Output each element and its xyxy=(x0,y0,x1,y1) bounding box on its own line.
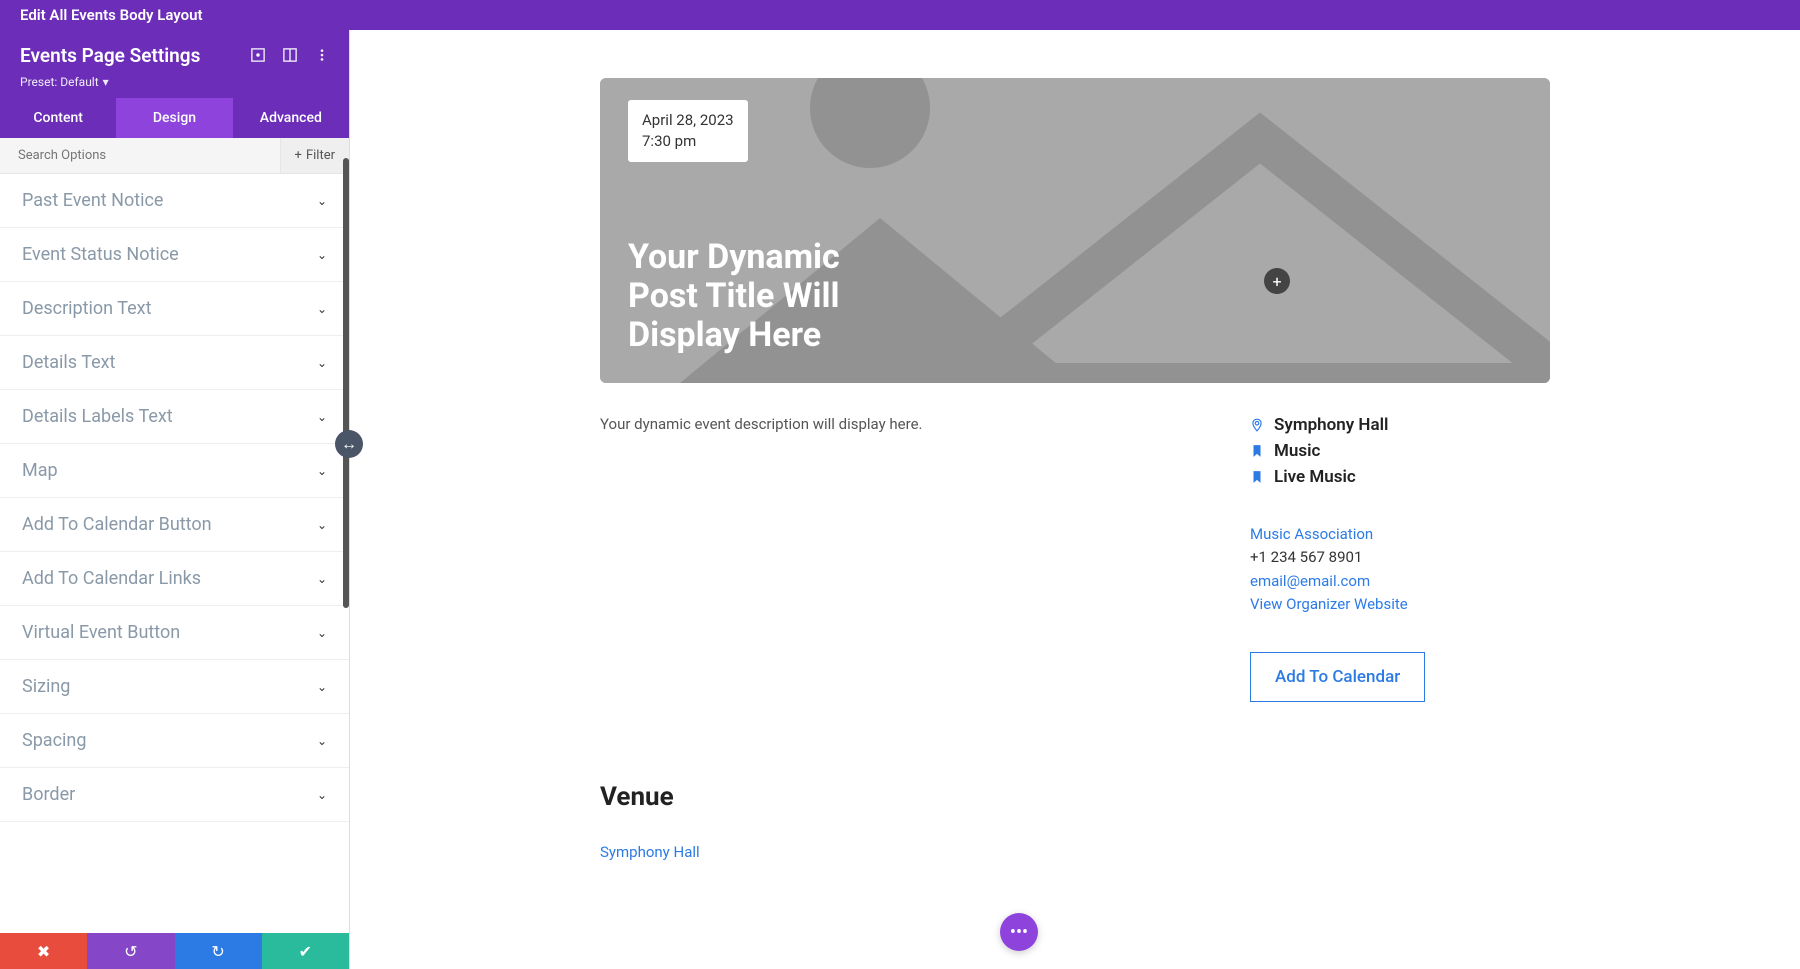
filter-button[interactable]: + Filter xyxy=(280,138,349,173)
event-title: Your Dynamic Post Title Will Display Her… xyxy=(628,238,868,355)
chevron-down-icon: ⌄ xyxy=(317,572,327,586)
event-date: April 28, 2023 xyxy=(642,110,734,131)
organizer-email-link[interactable]: email@email.com xyxy=(1250,570,1550,593)
search-row: + Filter xyxy=(0,138,349,174)
chevron-down-icon: ▾ xyxy=(103,75,109,89)
bookmark-icon xyxy=(1250,469,1264,485)
add-to-calendar-button[interactable]: Add To Calendar xyxy=(1250,652,1425,702)
meta-category: Music xyxy=(1250,441,1550,461)
venue-section: Venue Symphony Hall xyxy=(600,782,1550,861)
redo-button[interactable]: ↻ xyxy=(175,933,262,969)
option-past-event-notice[interactable]: Past Event Notice⌄ xyxy=(0,174,349,228)
event-description: Your dynamic event description will disp… xyxy=(600,415,1190,433)
option-add-to-calendar-links[interactable]: Add To Calendar Links⌄ xyxy=(0,552,349,606)
expand-icon[interactable] xyxy=(251,48,265,62)
sidebar-title: Events Page Settings xyxy=(20,44,200,67)
undo-button[interactable]: ↺ xyxy=(87,933,174,969)
preview-canvas[interactable]: April 28, 2023 7:30 pm Your Dynamic Post… xyxy=(350,30,1800,969)
option-details-text[interactable]: Details Text⌄ xyxy=(0,336,349,390)
chevron-down-icon: ⌄ xyxy=(317,734,327,748)
event-meta-list: Symphony Hall Music Live Music xyxy=(1250,415,1550,487)
chevron-down-icon: ⌄ xyxy=(317,194,327,208)
option-description-text[interactable]: Description Text⌄ xyxy=(0,282,349,336)
option-add-to-calendar-button[interactable]: Add To Calendar Button⌄ xyxy=(0,498,349,552)
event-time: 7:30 pm xyxy=(642,131,734,152)
option-event-status-notice[interactable]: Event Status Notice⌄ xyxy=(0,228,349,282)
organizer-website-link[interactable]: View Organizer Website xyxy=(1250,593,1550,616)
organizer-name-link[interactable]: Music Association xyxy=(1250,523,1550,546)
organizer-block: Music Association +1 234 567 8901 email@… xyxy=(1250,523,1550,616)
location-pin-icon xyxy=(1250,417,1264,433)
tab-design[interactable]: Design xyxy=(116,98,232,138)
floating-more-button[interactable]: ••• xyxy=(1000,913,1038,951)
chevron-down-icon: ⌄ xyxy=(317,518,327,532)
search-options-input[interactable] xyxy=(0,138,280,173)
option-virtual-event-button[interactable]: Virtual Event Button⌄ xyxy=(0,606,349,660)
meta-tag: Live Music xyxy=(1250,467,1550,487)
tab-content[interactable]: Content xyxy=(0,98,116,138)
option-map[interactable]: Map⌄ xyxy=(0,444,349,498)
columns-icon[interactable] xyxy=(283,48,297,62)
cancel-button[interactable]: ✖ xyxy=(0,933,87,969)
chevron-down-icon: ⌄ xyxy=(317,464,327,478)
save-button[interactable]: ✔ xyxy=(262,933,349,969)
plus-icon: + xyxy=(295,148,302,163)
sidebar-scrollbar[interactable] xyxy=(343,158,349,608)
chevron-down-icon: ⌄ xyxy=(317,302,327,316)
option-sizing[interactable]: Sizing⌄ xyxy=(0,660,349,714)
settings-sidebar: Events Page Settings Preset: Default ▾ C… xyxy=(0,30,350,969)
chevron-down-icon: ⌄ xyxy=(317,788,327,802)
chevron-down-icon: ⌄ xyxy=(317,248,327,262)
option-spacing[interactable]: Spacing⌄ xyxy=(0,714,349,768)
more-icon[interactable] xyxy=(315,48,329,62)
bookmark-icon xyxy=(1250,443,1264,459)
sidebar-header: Events Page Settings Preset: Default ▾ xyxy=(0,30,349,98)
event-date-badge: April 28, 2023 7:30 pm xyxy=(628,100,748,162)
option-border[interactable]: Border⌄ xyxy=(0,768,349,822)
chevron-down-icon: ⌄ xyxy=(317,356,327,370)
design-options-list: Past Event Notice⌄ Event Status Notice⌄ … xyxy=(0,174,349,933)
chevron-down-icon: ⌄ xyxy=(317,680,327,694)
chevron-down-icon: ⌄ xyxy=(317,626,327,640)
organizer-phone: +1 234 567 8901 xyxy=(1250,548,1362,566)
preset-dropdown[interactable]: Preset: Default ▾ xyxy=(20,75,109,89)
venue-heading: Venue xyxy=(600,782,1550,812)
sidebar-action-bar: ✖ ↺ ↻ ✔ xyxy=(0,933,349,969)
chevron-down-icon: ⌄ xyxy=(317,410,327,424)
settings-tabs: Content Design Advanced xyxy=(0,98,349,138)
sidebar-resize-handle[interactable]: ↔ xyxy=(335,430,363,458)
meta-venue: Symphony Hall xyxy=(1250,415,1550,435)
top-bar-title: Edit All Events Body Layout xyxy=(20,6,203,24)
hero-banner: April 28, 2023 7:30 pm Your Dynamic Post… xyxy=(600,78,1550,383)
option-details-labels-text[interactable]: Details Labels Text⌄ xyxy=(0,390,349,444)
top-bar: Edit All Events Body Layout xyxy=(0,0,1800,30)
tab-advanced[interactable]: Advanced xyxy=(233,98,349,138)
venue-name-link[interactable]: Symphony Hall xyxy=(600,843,700,861)
add-element-button[interactable]: + xyxy=(1264,268,1290,294)
